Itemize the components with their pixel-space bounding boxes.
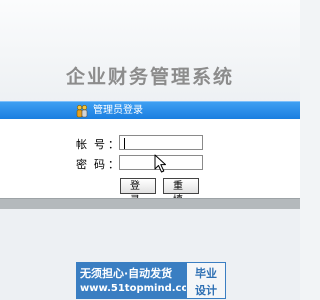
users-icon bbox=[76, 104, 88, 118]
mouse-pointer-icon bbox=[154, 154, 166, 173]
login-header-bar: 管理员登录 bbox=[0, 101, 300, 120]
text-cursor bbox=[124, 138, 125, 149]
login-header-label: 管理员登录 bbox=[93, 105, 143, 116]
account-colon: ： bbox=[108, 138, 119, 151]
watermark-slogan: 无须担心·自动发货 bbox=[80, 267, 173, 280]
watermark-tag-line1: 毕业 bbox=[195, 267, 217, 280]
reset-button[interactable]: 重填 bbox=[163, 178, 199, 206]
watermark-banner: 无须担心·自动发货 www.51topmind.com 毕业 设计 bbox=[76, 262, 226, 299]
watermark-main: 无须担心·自动发货 www.51topmind.com bbox=[76, 262, 199, 299]
watermark-url: www.51topmind.com bbox=[80, 283, 199, 294]
watermark-tag-line2: 设计 bbox=[195, 284, 217, 297]
login-button[interactable]: 登录 bbox=[120, 178, 156, 206]
account-input[interactable] bbox=[119, 135, 203, 150]
password-colon: ： bbox=[108, 158, 119, 171]
footer-bar bbox=[0, 198, 300, 209]
password-label: 密码 bbox=[76, 158, 112, 171]
account-label: 帐号 bbox=[76, 138, 112, 151]
watermark-tag: 毕业 设计 bbox=[186, 262, 226, 299]
page-title: 企业财务管理系统 bbox=[65, 66, 234, 88]
